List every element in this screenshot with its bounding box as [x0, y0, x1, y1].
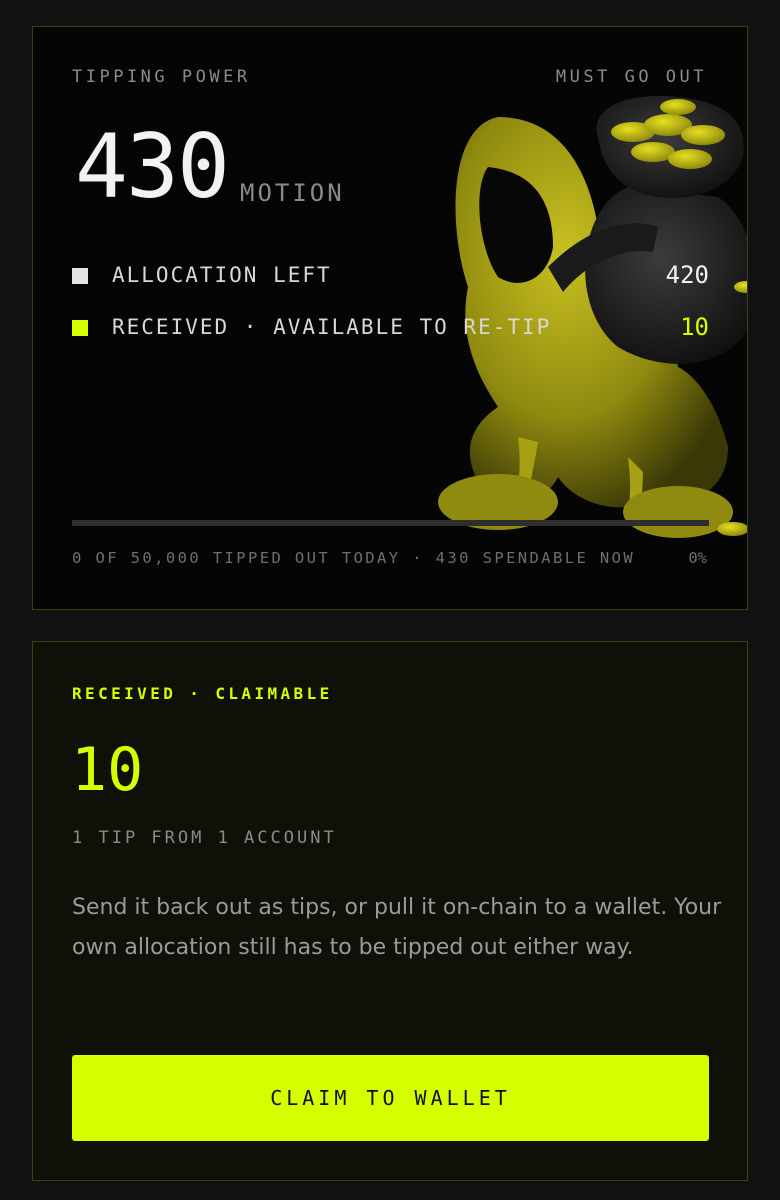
tipping-power-amount: 430 — [75, 115, 230, 218]
tipping-power-card: TIPPING POWER MUST GO OUT 430 MOTION ALL… — [32, 26, 748, 610]
allocation-swatch — [72, 268, 88, 284]
tipped-out-progress-bar — [72, 520, 709, 526]
claimable-card: RECEIVED · CLAIMABLE 10 1 TIP FROM 1 ACC… — [32, 641, 748, 1181]
claimable-label: RECEIVED · CLAIMABLE — [72, 684, 333, 703]
tipped-out-percent: 0% — [688, 549, 707, 567]
received-swatch — [72, 320, 88, 336]
tipped-out-summary: 0 OF 50,000 TIPPED OUT TODAY · 430 SPEND… — [72, 549, 636, 567]
tipping-power-title: TIPPING POWER — [72, 67, 251, 87]
claimable-description: Send it back out as tips, or pull it on-… — [72, 895, 722, 960]
received-retip-label: RECEIVED · AVAILABLE TO RE-TIP — [112, 315, 552, 339]
claimable-amount: 10 — [71, 735, 144, 805]
claimable-source-summary: 1 TIP FROM 1 ACCOUNT — [72, 828, 337, 848]
must-go-out-tag: MUST GO OUT — [555, 67, 707, 87]
allocation-left-label: ALLOCATION LEFT — [112, 263, 332, 287]
allocation-left-value: 420 — [665, 261, 709, 289]
received-retip-value: 10 — [680, 313, 709, 341]
coin-sack-mascot-illustration — [438, 96, 747, 538]
tipping-power-unit: MOTION — [240, 179, 345, 207]
allocation-left-row: ALLOCATION LEFT 420 — [72, 261, 709, 291]
received-retip-row: RECEIVED · AVAILABLE TO RE-TIP 10 — [72, 313, 709, 343]
claim-to-wallet-button[interactable]: CLAIM TO WALLET — [72, 1055, 709, 1141]
